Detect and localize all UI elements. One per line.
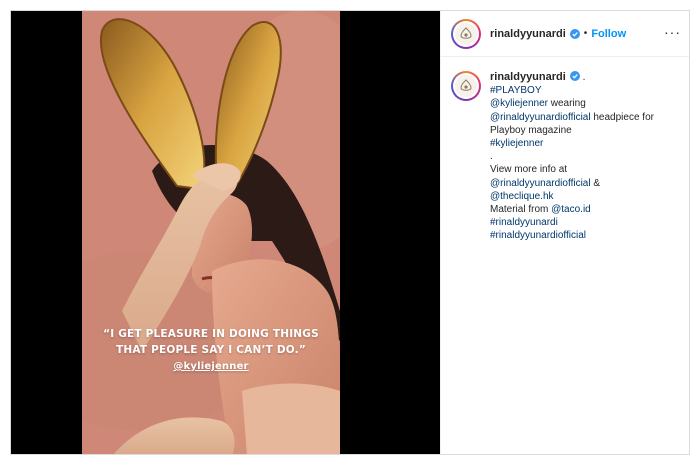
verified-badge-icon: [569, 71, 580, 81]
instagram-post: “I GET PLEASURE IN DOING THINGS THAT PEO…: [10, 10, 690, 455]
mention-link[interactable]: @rinaldyyunardiofficial: [490, 178, 591, 189]
caption-line: @kyliejenner wearing: [490, 97, 680, 110]
photo-quote: “I GET PLEASURE IN DOING THINGS THAT PEO…: [82, 326, 340, 375]
caption-text: Material from: [490, 204, 552, 216]
caption-text: View more info at: [490, 164, 568, 176]
caption-line: @rinaldyyunardiofficial headpiece for: [490, 111, 680, 124]
mention-link[interactable]: @rinaldyyunardiofficial: [490, 112, 591, 123]
caption-line: #rinaldyyunardi: [490, 216, 680, 229]
hashtag-link[interactable]: #rinaldyyunardiofficial: [490, 230, 586, 241]
quote-handle: @kyliejenner: [173, 361, 249, 372]
mention-link[interactable]: @theclique.hk: [490, 191, 554, 202]
caption-line: @theclique.hk: [490, 190, 680, 203]
post-caption: rinaldyyunardi . #PLAYBOY @kyliejenner we…: [441, 57, 689, 243]
caption-username[interactable]: rinaldyyunardi: [490, 71, 566, 83]
caption-body: rinaldyyunardi . #PLAYBOY @kyliejenner we…: [490, 71, 680, 243]
caption-line: Material from @taco.id: [490, 203, 680, 216]
caption-text: headpiece for: [590, 111, 654, 123]
quote-line-1: “I GET PLEASURE IN DOING THINGS: [103, 328, 319, 340]
header-separator: •: [583, 28, 588, 39]
post-sidebar: rinaldyyunardi • Follow ··· rinaldyyunar…: [440, 11, 689, 454]
mention-link[interactable]: @taco.id: [551, 204, 591, 215]
post-photo[interactable]: “I GET PLEASURE IN DOING THINGS THAT PEO…: [82, 11, 340, 454]
hashtag-link[interactable]: #rinaldyyunardi: [490, 217, 558, 228]
caption-line: #kyliejenner: [490, 137, 680, 150]
header-avatar[interactable]: [451, 18, 481, 49]
caption-line: @rinaldyyunardiofficial &: [490, 177, 680, 190]
follow-button[interactable]: Follow: [591, 28, 626, 40]
hashtag-link[interactable]: #PLAYBOY: [490, 85, 542, 96]
post-header: rinaldyyunardi • Follow ···: [441, 11, 689, 57]
caption-text: Playboy magazine: [490, 124, 572, 136]
caption-line: #PLAYBOY: [490, 84, 680, 97]
mention-link[interactable]: @kyliejenner: [490, 98, 548, 109]
caption-line: View more info at: [490, 163, 680, 176]
photo-illustration: [82, 11, 340, 454]
header-username[interactable]: rinaldyyunardi: [490, 28, 566, 40]
caption-text: &: [590, 177, 601, 189]
caption-lines: #PLAYBOY @kyliejenner wearing @rinaldyyuna…: [490, 84, 680, 242]
caption-line: #rinaldyyunardiofficial: [490, 229, 680, 242]
more-options-icon[interactable]: ···: [664, 25, 681, 39]
caption-avatar[interactable]: [451, 71, 481, 101]
caption-line: .: [490, 150, 680, 163]
hashtag-link[interactable]: #kyliejenner: [490, 138, 543, 149]
caption-after-name: .: [579, 72, 586, 83]
avatar-logo-icon: [455, 22, 477, 45]
caption-line: Playboy magazine: [490, 124, 680, 137]
quote-line-2: THAT PEOPLE SAY I CAN’T DO.”: [116, 344, 306, 356]
caption-text: .: [490, 151, 493, 163]
post-media[interactable]: “I GET PLEASURE IN DOING THINGS THAT PEO…: [11, 11, 440, 454]
caption-text: wearing: [547, 98, 586, 110]
avatar-logo-icon: [455, 75, 477, 97]
caption-first-line: rinaldyyunardi .: [490, 71, 680, 84]
verified-badge-icon: [569, 28, 580, 39]
